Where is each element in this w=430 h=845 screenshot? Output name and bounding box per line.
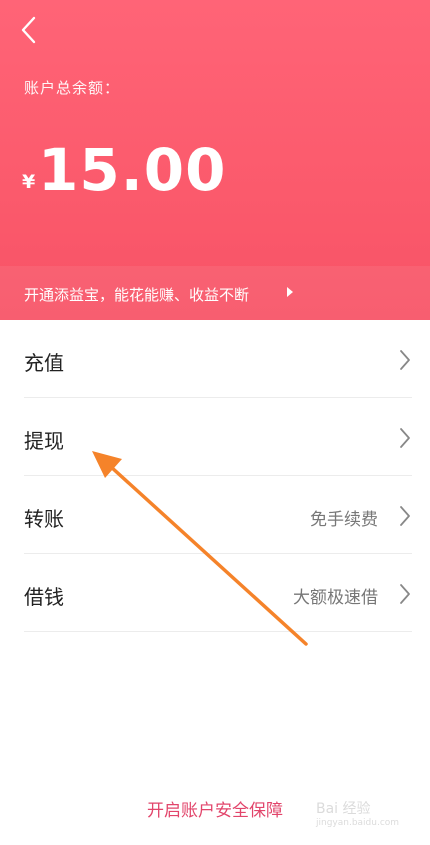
menu-item-recharge[interactable]: 充值 [0, 320, 430, 398]
chevron-right-icon [400, 584, 410, 604]
balance-amount: 15.00 [38, 136, 227, 204]
menu-list: 充值 提现 转账 免手续费 借钱 大额极速借 [0, 320, 430, 632]
watermark-text: Bai 经验 [316, 801, 371, 817]
currency-symbol: ¥ [22, 171, 36, 193]
menu-item-transfer[interactable]: 转账 免手续费 [0, 476, 430, 554]
baidu-jingyan-watermark: Bai 经验 jingyan.baidu.com [316, 798, 406, 832]
menu-item-note: 大额极速借 [293, 588, 378, 608]
menu-item-borrow[interactable]: 借钱 大额极速借 [0, 554, 430, 632]
chevron-right-icon [400, 350, 410, 370]
chevron-right-icon [400, 428, 410, 448]
watermark-subtext: jingyan.baidu.com [316, 818, 400, 828]
triangle-right-icon [287, 287, 293, 297]
menu-item-note: 免手续费 [310, 510, 378, 530]
chevron-right-icon [400, 506, 410, 526]
divider [24, 631, 412, 632]
back-icon[interactable] [14, 14, 46, 46]
menu-item-label: 提现 [24, 429, 64, 453]
promo-link[interactable]: 开通添益宝，能花能赚、收益不断 [24, 284, 249, 305]
menu-item-label: 充值 [24, 351, 64, 375]
balance-header: 账户总余额： ¥ 15.00 开通添益宝，能花能赚、收益不断 [0, 0, 430, 320]
menu-item-label: 转账 [24, 507, 64, 531]
menu-item-label: 借钱 [24, 585, 64, 609]
balance-label: 账户总余额： [24, 79, 121, 97]
menu-item-withdraw[interactable]: 提现 [0, 398, 430, 476]
